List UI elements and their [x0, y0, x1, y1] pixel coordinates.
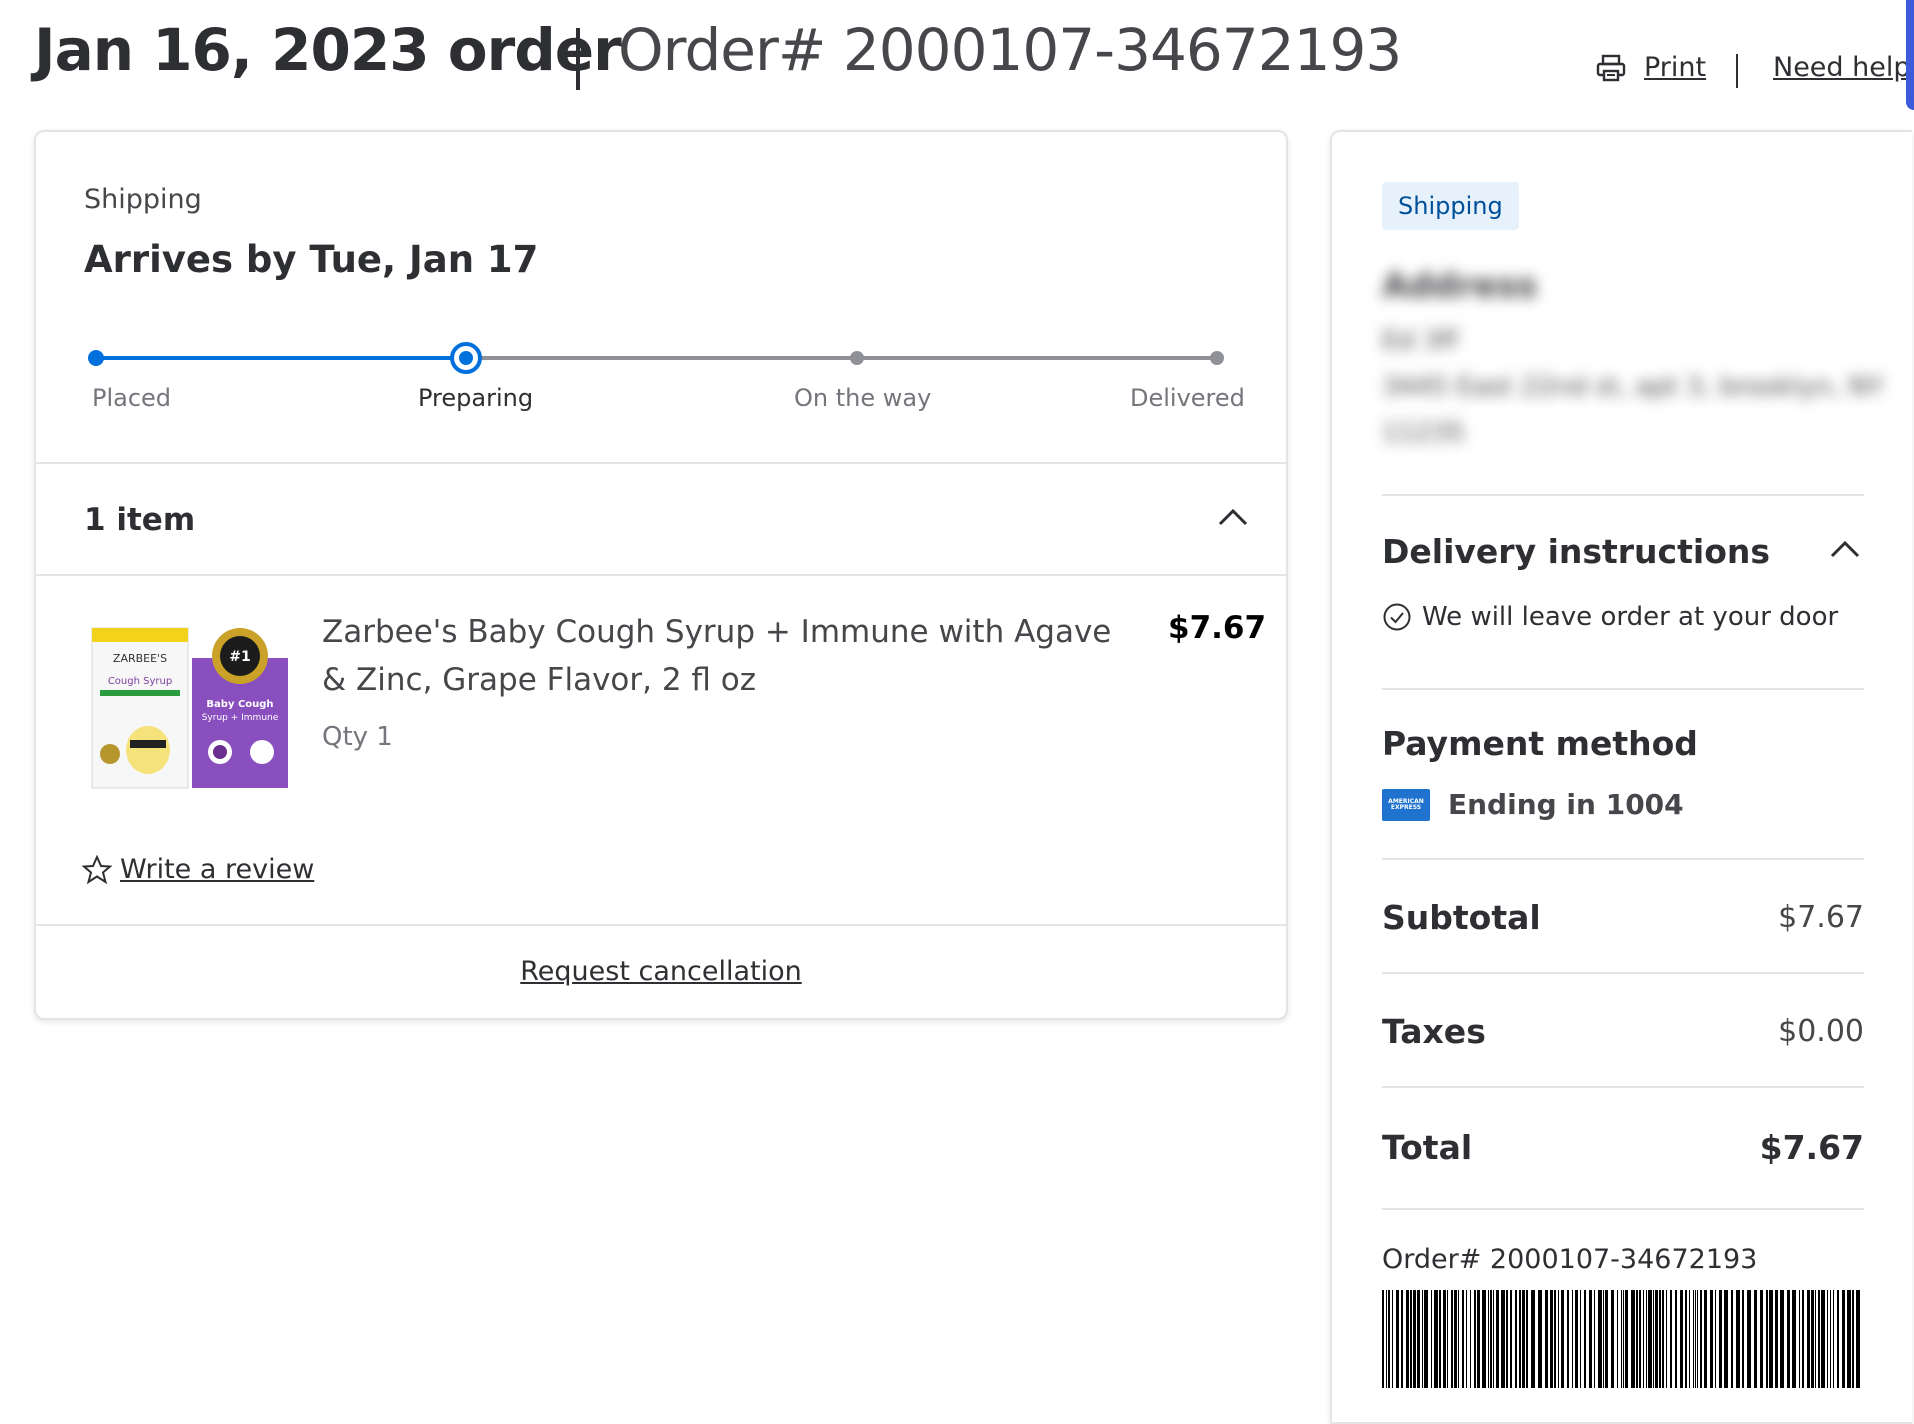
- product-image[interactable]: ZARBEE'S Cough Syrup #1 Baby Cough Syrup…: [90, 622, 290, 792]
- print-link[interactable]: Print: [1596, 52, 1706, 83]
- write-review-link[interactable]: Write a review: [82, 854, 314, 885]
- total-label: Total: [1382, 1128, 1473, 1167]
- header-divider: [1736, 54, 1738, 88]
- chevron-up-icon[interactable]: [1828, 532, 1862, 566]
- progress-remaining-line: [466, 356, 1220, 360]
- product-quantity: Qty 1: [322, 722, 393, 752]
- shipment-card: Shipping Arrives by Tue, Jan 17 Placed P…: [34, 130, 1288, 1020]
- summary-divider: [1382, 858, 1864, 860]
- address-line: 3445 East 22nd st, apt 3, brooklyn, NY: [1382, 372, 1884, 402]
- section-divider: [36, 574, 1286, 576]
- summary-divider: [1382, 688, 1864, 690]
- items-count: 1 item: [84, 502, 196, 538]
- request-cancellation-link[interactable]: Request cancellation: [520, 956, 801, 987]
- delivery-instruction-text: We will leave order at your door: [1422, 602, 1839, 632]
- order-number-reference: Order# 2000107-34672193: [1382, 1244, 1758, 1275]
- edge-accent: [1906, 0, 1914, 110]
- summary-divider: [1382, 972, 1864, 974]
- need-help-link[interactable]: Need help?: [1773, 52, 1914, 83]
- summary-divider: [1382, 1086, 1864, 1088]
- payment-method-row: AMERICAN EXPRESS Ending in 1004: [1382, 788, 1684, 821]
- summary-divider: [1382, 494, 1864, 496]
- section-divider: [36, 462, 1286, 464]
- address-title: Address: [1382, 266, 1538, 306]
- subtotal-value: $7.67: [1778, 900, 1864, 935]
- order-number-title: Order# 2000107-34672193: [618, 16, 1402, 84]
- step-label-preparing: Preparing: [418, 384, 534, 412]
- section-divider: [36, 924, 1286, 926]
- print-label[interactable]: Print: [1644, 52, 1706, 83]
- taxes-label: Taxes: [1382, 1012, 1486, 1051]
- order-date-title: Jan 16, 2023 order: [34, 16, 622, 84]
- taxes-value: $0.00: [1778, 1014, 1864, 1049]
- barcode: [1382, 1290, 1860, 1388]
- progress-complete-line: [96, 356, 466, 360]
- shipment-type: Shipping: [84, 184, 202, 215]
- step-label-on-the-way: On the way: [794, 384, 932, 412]
- write-review-label[interactable]: Write a review: [120, 854, 314, 885]
- step-label-placed: Placed: [92, 384, 172, 412]
- printer-icon: [1596, 54, 1626, 81]
- total-value: $7.67: [1759, 1128, 1864, 1167]
- order-summary-panel: Shipping Address Ed 3ff 3445 East 22nd s…: [1330, 130, 1912, 1424]
- page-header: Jan 16, 2023 order Order# 2000107-346721…: [0, 0, 1914, 120]
- step-dot-delivered: [1210, 351, 1224, 365]
- svg-text:#1: #1: [229, 649, 250, 665]
- svg-text:Baby Cough: Baby Cough: [206, 699, 273, 710]
- product-name[interactable]: Zarbee's Baby Cough Syrup + Immune with …: [322, 608, 1142, 704]
- amex-card-icon: AMERICAN EXPRESS: [1382, 788, 1430, 821]
- step-label-delivered: Delivered: [1130, 384, 1245, 412]
- star-outline-icon: [82, 854, 112, 884]
- svg-text:ZARBEE'S: ZARBEE'S: [113, 652, 167, 665]
- shipping-badge: Shipping: [1382, 182, 1519, 230]
- svg-text:Cough Syrup: Cough Syrup: [108, 676, 172, 687]
- step-dot-on-the-way: [850, 351, 864, 365]
- step-dot-placed: [88, 350, 104, 366]
- title-divider: [576, 28, 580, 90]
- payment-card-ending: Ending in 1004: [1448, 788, 1684, 821]
- payment-method-title: Payment method: [1382, 724, 1698, 763]
- subtotal-label: Subtotal: [1382, 898, 1541, 937]
- arrival-date: Arrives by Tue, Jan 17: [84, 238, 539, 281]
- chevron-up-icon[interactable]: [1216, 500, 1250, 534]
- check-circle-icon: [1383, 603, 1411, 631]
- step-dot-preparing: [450, 342, 482, 374]
- address-line: 11235: [1382, 418, 1465, 448]
- address-line: Ed 3ff: [1382, 326, 1458, 356]
- request-cancellation-row: Request cancellation: [36, 956, 1286, 987]
- svg-text:Syrup + Immune: Syrup + Immune: [202, 713, 279, 723]
- summary-divider: [1382, 1208, 1864, 1210]
- product-price: $7.67: [1168, 610, 1267, 646]
- delivery-instructions-title: Delivery instructions: [1382, 532, 1771, 571]
- progress-tracker: [88, 342, 1224, 374]
- delivery-instruction-row: We will leave order at your door: [1382, 602, 1838, 632]
